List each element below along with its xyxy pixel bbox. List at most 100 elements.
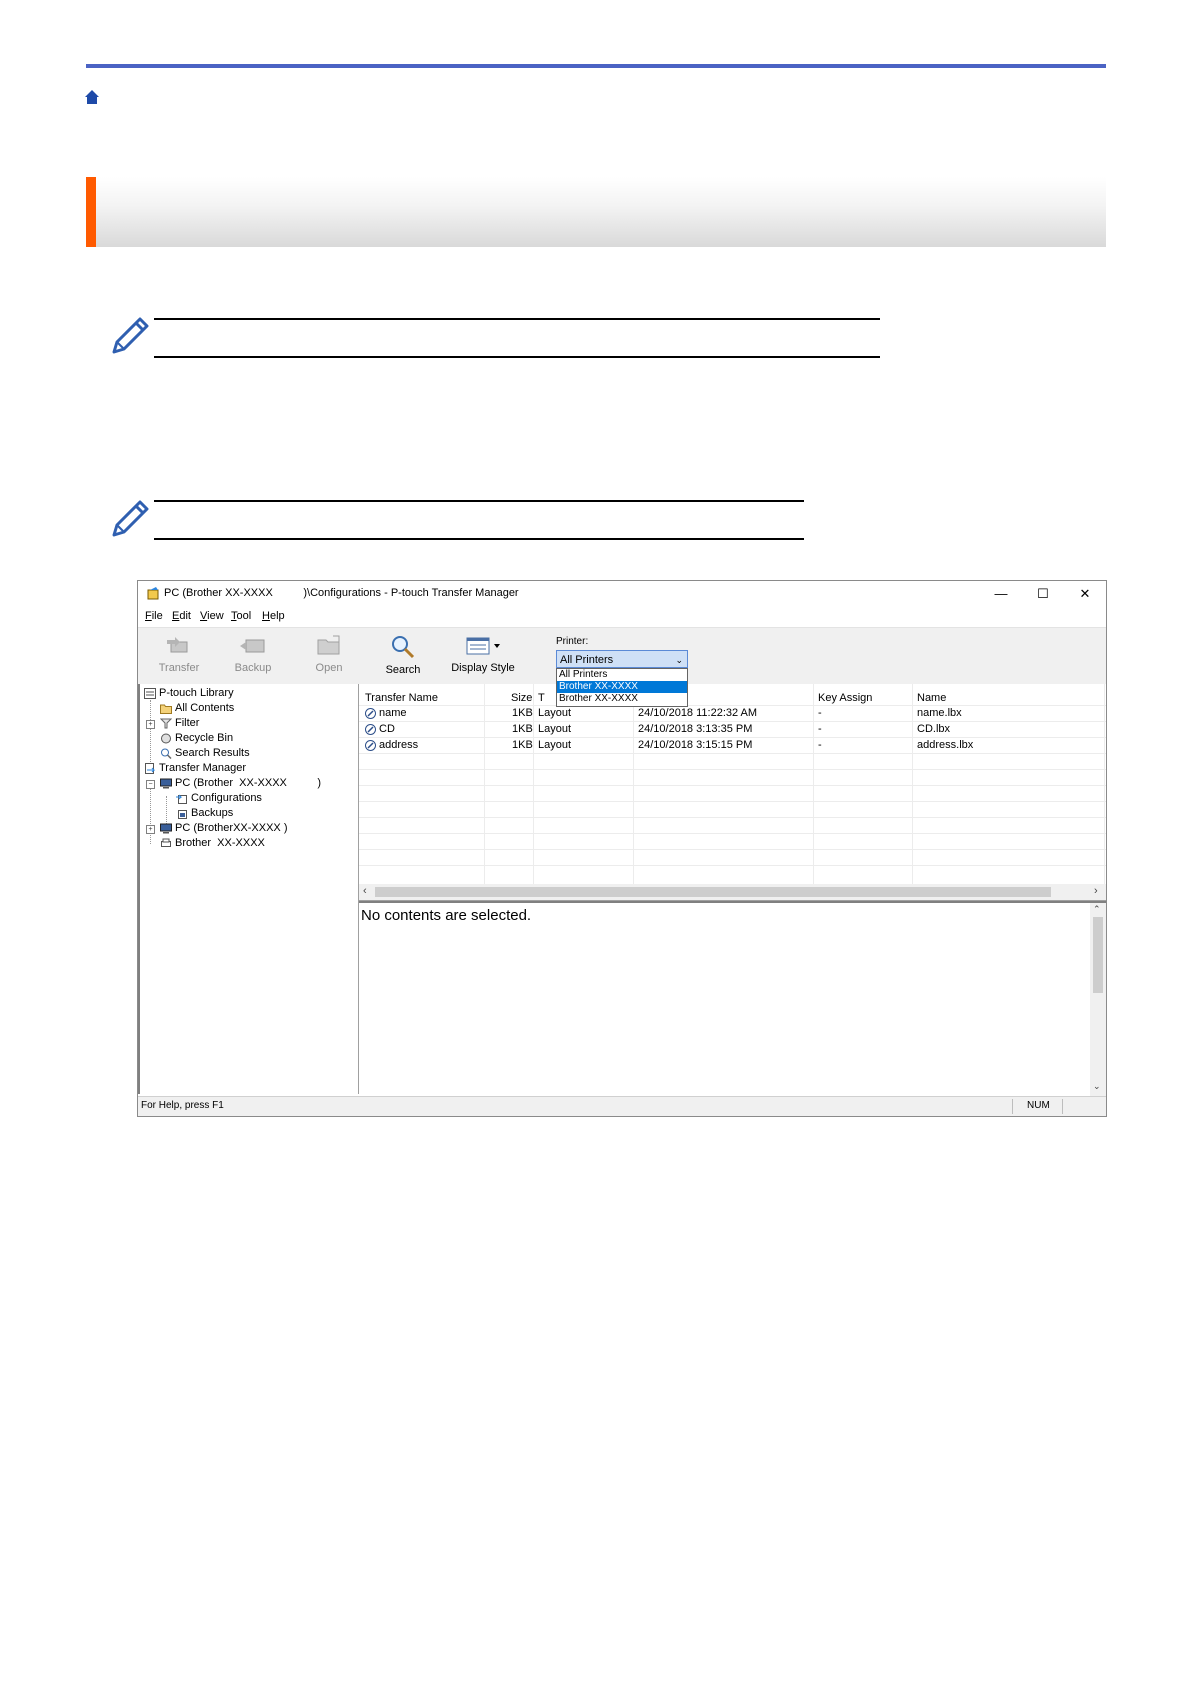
tree-connector xyxy=(150,784,151,844)
row-type: Layout xyxy=(538,739,572,751)
printer-option[interactable]: All Printers xyxy=(557,669,687,681)
note-block-2 xyxy=(110,488,810,548)
maximize-button[interactable]: ☐ xyxy=(1022,581,1064,607)
transfer-manager-icon xyxy=(145,763,156,774)
menu-edit[interactable]: Edit xyxy=(172,610,191,622)
scrollbar-thumb[interactable] xyxy=(1093,917,1103,993)
row-divider xyxy=(359,833,1106,834)
column-header-key-assign[interactable]: Key Assign xyxy=(818,692,872,704)
row-divider xyxy=(359,769,1106,770)
library-icon xyxy=(144,688,156,699)
row-date: 24/10/2018 3:15:15 PM xyxy=(638,739,753,751)
column-header-size[interactable]: Size xyxy=(511,692,532,704)
column-header-transfer-name[interactable]: Transfer Name xyxy=(365,692,438,704)
home-icon[interactable] xyxy=(84,89,100,105)
scroll-up-icon[interactable]: ⌃ xyxy=(1093,904,1101,915)
computer-icon xyxy=(160,823,172,834)
section-heading-bar xyxy=(86,177,1106,247)
note-rule-top xyxy=(154,500,804,502)
column-divider xyxy=(912,684,913,884)
scroll-right-icon[interactable]: › xyxy=(1094,885,1098,897)
scrollbar-thumb[interactable] xyxy=(375,887,1051,897)
library-tree: P-touch Library All Contents + Filter Re… xyxy=(138,684,360,1094)
printer-label: Printer: xyxy=(556,636,589,647)
row-transfer-name[interactable]: address xyxy=(379,739,418,751)
column-divider xyxy=(533,684,534,884)
backups-icon xyxy=(178,810,187,819)
row-divider xyxy=(359,721,1106,722)
printer-icon xyxy=(161,838,171,847)
status-help-text: For Help, press F1 xyxy=(141,1100,224,1111)
display-style-button[interactable]: Display Style xyxy=(438,634,528,674)
column-header-name[interactable]: Name xyxy=(917,692,946,704)
scroll-left-icon[interactable]: ‹ xyxy=(363,885,367,897)
open-button[interactable]: Open xyxy=(294,634,364,674)
tree-item-ptouch-library[interactable]: P-touch Library xyxy=(159,687,234,699)
preview-pane: No contents are selected. ⌃ ⌄ xyxy=(359,901,1106,1096)
row-key-assign: - xyxy=(818,707,822,719)
printer-select[interactable]: All Printers ⌄ xyxy=(556,650,688,668)
computer-icon xyxy=(160,778,172,789)
menu-help[interactable]: Help xyxy=(262,610,285,622)
configurations-icon xyxy=(176,794,187,804)
vertical-scrollbar[interactable]: ⌃ ⌄ xyxy=(1090,903,1106,1096)
column-divider xyxy=(484,684,485,884)
row-transfer-name[interactable]: name xyxy=(379,707,407,719)
layout-file-icon xyxy=(365,708,376,719)
expand-icon[interactable]: + xyxy=(146,825,155,834)
tree-item-pc-2[interactable]: PC (BrotherXX-XXXX ) xyxy=(175,822,287,834)
row-file-name: name.lbx xyxy=(917,707,962,719)
row-divider xyxy=(359,865,1106,866)
tree-item-configurations[interactable]: Configurations xyxy=(191,792,262,804)
title-bar: PC (Brother XX-XXXX )\Configurations - P… xyxy=(138,581,1106,607)
transfer-button[interactable]: Transfer xyxy=(144,634,214,674)
app-icon xyxy=(147,587,159,600)
status-separator xyxy=(1012,1099,1013,1114)
tree-item-search-results[interactable]: Search Results xyxy=(175,747,250,759)
chevron-down-icon: ⌄ xyxy=(675,655,683,665)
expand-icon[interactable]: + xyxy=(146,720,155,729)
row-divider xyxy=(359,753,1106,754)
horizontal-scrollbar[interactable]: ‹ › xyxy=(359,884,1106,900)
scroll-down-icon[interactable]: ⌄ xyxy=(1093,1081,1101,1092)
menu-file[interactable]: File xyxy=(145,610,163,622)
tree-item-filter[interactable]: Filter xyxy=(175,717,199,729)
layout-file-icon xyxy=(365,724,376,735)
layout-file-icon xyxy=(365,740,376,751)
section-heading-accent xyxy=(86,177,96,247)
row-transfer-name[interactable]: CD xyxy=(379,723,395,735)
tree-item-recycle-bin[interactable]: Recycle Bin xyxy=(175,732,233,744)
search-icon xyxy=(392,636,415,659)
status-bar: For Help, press F1 NUM xyxy=(138,1096,1106,1116)
row-key-assign: - xyxy=(818,723,822,735)
row-divider xyxy=(359,737,1106,738)
filter-icon xyxy=(160,718,172,729)
row-size: 1KB xyxy=(512,707,533,719)
window-title: PC (Brother XX-XXXX )\Configurations - P… xyxy=(164,587,519,599)
row-date: 24/10/2018 3:13:35 PM xyxy=(638,723,753,735)
note-block-1 xyxy=(110,305,880,365)
status-separator xyxy=(1062,1099,1063,1114)
menu-bar: File Edit View Tool Help xyxy=(138,607,1106,627)
column-divider xyxy=(633,684,634,884)
row-divider xyxy=(359,817,1106,818)
search-button[interactable]: Search xyxy=(368,634,438,676)
collapse-icon[interactable]: − xyxy=(146,780,155,789)
row-divider xyxy=(359,801,1106,802)
backup-button[interactable]: Backup xyxy=(218,634,288,674)
column-header-type[interactable]: T xyxy=(538,692,545,704)
menu-tool[interactable]: Tool xyxy=(231,610,251,622)
printer-option-highlighted[interactable]: Brother XX-XXXX xyxy=(557,681,687,693)
row-divider xyxy=(359,785,1106,786)
menu-view[interactable]: View xyxy=(200,610,224,622)
minimize-button[interactable]: — xyxy=(980,581,1022,607)
printer-option[interactable]: Brother XX-XXXX xyxy=(557,693,687,705)
tree-item-all-contents[interactable]: All Contents xyxy=(175,702,234,714)
tree-item-pc-1[interactable]: PC (Brother XX-XXXX ) xyxy=(175,777,321,789)
search-icon xyxy=(161,748,172,759)
tree-item-brother-printer[interactable]: Brother XX-XXXX xyxy=(175,837,265,849)
close-button[interactable]: ✕ xyxy=(1064,581,1106,607)
row-file-name: CD.lbx xyxy=(917,723,951,735)
tree-item-transfer-manager[interactable]: Transfer Manager xyxy=(159,762,246,774)
tree-item-backups[interactable]: Backups xyxy=(191,807,233,819)
